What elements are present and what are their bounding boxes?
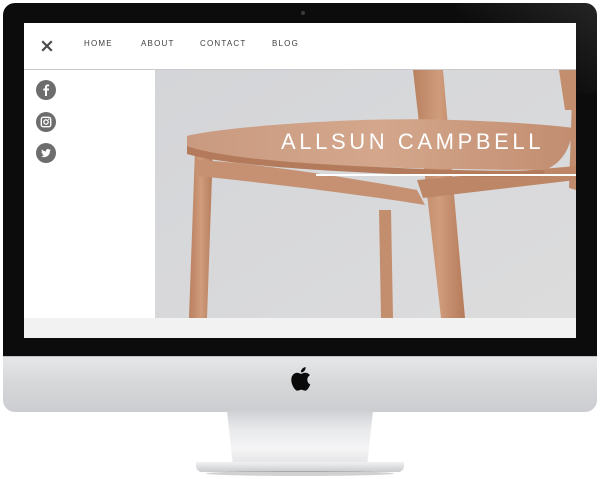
facebook-icon[interactable] bbox=[36, 80, 56, 100]
twitter-icon[interactable] bbox=[36, 143, 56, 163]
page-footer-strip bbox=[24, 318, 576, 338]
apple-logo-icon bbox=[289, 366, 311, 392]
social-sidebar bbox=[24, 70, 155, 318]
imac-stand-neck bbox=[227, 411, 373, 465]
hero-title: ALLSUN CAMPBELL bbox=[281, 129, 545, 154]
top-navbar: HOME ABOUT CONTACT BLOG bbox=[24, 23, 576, 70]
camera-dot bbox=[301, 11, 305, 15]
screen: HOME ABOUT CONTACT BLOG ALLSUN CAMPBELL bbox=[24, 23, 576, 338]
imac-stand-shadow bbox=[206, 471, 394, 476]
nav-contact-link[interactable]: CONTACT bbox=[200, 39, 246, 48]
nav-blog-link[interactable]: BLOG bbox=[272, 39, 299, 48]
wooden-chair-photo bbox=[155, 70, 576, 318]
nav-home-link[interactable]: HOME bbox=[84, 39, 113, 48]
instagram-icon[interactable] bbox=[36, 112, 56, 132]
close-icon[interactable] bbox=[41, 39, 53, 52]
imac-mockup: HOME ABOUT CONTACT BLOG ALLSUN CAMPBELL bbox=[0, 0, 600, 479]
hero-title-underline bbox=[316, 174, 576, 176]
nav-about-link[interactable]: ABOUT bbox=[141, 39, 175, 48]
hero-banner: ALLSUN CAMPBELL bbox=[155, 70, 576, 318]
